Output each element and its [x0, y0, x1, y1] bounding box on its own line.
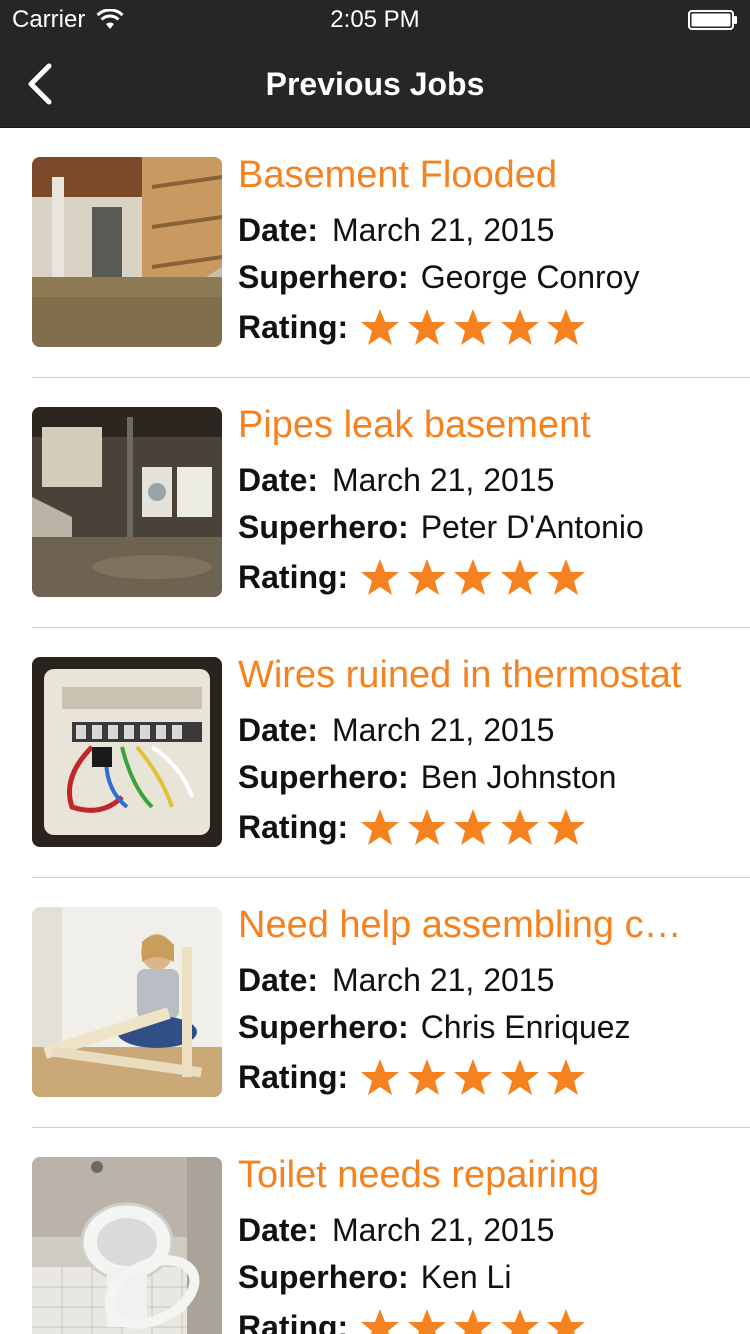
page-title: Previous Jobs [265, 66, 485, 102]
job-date: March 21, 2015 [332, 462, 555, 498]
status-time: 2:05 PM [330, 6, 420, 33]
job-superhero: Ken Li [420, 1259, 512, 1295]
furniture-assembly-image [32, 907, 222, 1097]
star-icon [454, 1309, 493, 1334]
star-rating [360, 1058, 593, 1096]
star-icon [361, 1309, 400, 1334]
star-icon [547, 809, 586, 845]
date-label: Date: [238, 1212, 319, 1248]
leaking-basement-image [32, 407, 222, 597]
star-icon [500, 809, 539, 845]
job-row[interactable]: Toilet needs repairing Date: March 21, 20… [0, 1128, 750, 1334]
job-superhero-line: Superhero: Ben Johnston [238, 759, 616, 796]
job-superhero-line: Superhero: George Conroy [238, 259, 639, 296]
superhero-label: Superhero: [238, 1009, 409, 1045]
job-title: Wires ruined in thermostat [238, 654, 682, 696]
back-button[interactable] [0, 40, 80, 128]
star-rating [360, 308, 593, 346]
job-row[interactable]: Wires ruined in thermostat Date: March 21… [0, 628, 750, 878]
star-rating [360, 558, 593, 596]
job-list[interactable]: Basement Flooded Date: March 21, 2015 Sup… [0, 128, 750, 1334]
job-thumbnail-leaking-basement [32, 407, 222, 597]
star-icon [547, 1309, 586, 1334]
star-icon [407, 559, 446, 595]
star-icon [361, 559, 400, 595]
job-date-line: Date: March 21, 2015 [238, 712, 554, 749]
date-label: Date: [238, 962, 319, 998]
broken-toilet-image [32, 1157, 222, 1334]
job-date-line: Date: March 21, 2015 [238, 962, 554, 999]
star-rating [360, 808, 593, 846]
star-icon [407, 1059, 446, 1095]
star-icon [454, 309, 493, 345]
navigation-bar: Previous Jobs [0, 40, 750, 128]
job-rating-line: Rating: [238, 1058, 593, 1096]
star-icon [407, 309, 446, 345]
star-icon [361, 309, 400, 345]
flooded-basement-image [32, 157, 222, 347]
job-title: Toilet needs repairing [238, 1154, 600, 1196]
star-icon [547, 559, 586, 595]
rating-label: Rating: [238, 808, 349, 845]
job-rating-line: Rating: [238, 1308, 593, 1334]
star-rating [360, 1308, 593, 1334]
star-icon [500, 1059, 539, 1095]
job-date-line: Date: March 21, 2015 [238, 1212, 554, 1249]
superhero-label: Superhero: [238, 1259, 409, 1295]
job-date: March 21, 2015 [332, 712, 555, 748]
job-date: March 21, 2015 [332, 1212, 555, 1248]
status-bar: Carrier 2:05 PM [0, 0, 750, 40]
job-date-line: Date: March 21, 2015 [238, 462, 554, 499]
star-icon [454, 559, 493, 595]
thermostat-wires-image [32, 657, 222, 847]
star-icon [500, 1309, 539, 1334]
star-icon [500, 309, 539, 345]
date-label: Date: [238, 712, 319, 748]
job-superhero: Chris Enriquez [420, 1009, 631, 1045]
chevron-left-icon [28, 63, 52, 105]
superhero-label: Superhero: [238, 759, 409, 795]
job-row[interactable]: Pipes leak basement Date: March 21, 2015 … [0, 378, 750, 628]
job-superhero: George Conroy [420, 259, 640, 295]
job-thumbnail-broken-toilet [32, 1157, 222, 1334]
job-row[interactable]: Basement Flooded Date: March 21, 2015 Sup… [0, 128, 750, 378]
star-icon [361, 809, 400, 845]
job-superhero-line: Superhero: Chris Enriquez [238, 1009, 631, 1046]
star-icon [361, 1059, 400, 1095]
job-superhero-line: Superhero: Ken Li [238, 1259, 511, 1296]
job-superhero: Ben Johnston [420, 759, 617, 795]
date-label: Date: [238, 462, 319, 498]
star-icon [407, 809, 446, 845]
battery-icon [688, 10, 737, 30]
job-rating-line: Rating: [238, 308, 593, 346]
star-icon [454, 809, 493, 845]
job-title: Basement Flooded [238, 154, 557, 196]
superhero-label: Superhero: [238, 259, 409, 295]
job-thumbnail-furniture-assembly [32, 907, 222, 1097]
rating-label: Rating: [238, 1058, 349, 1095]
rating-label: Rating: [238, 558, 349, 595]
job-title: Pipes leak basement [238, 404, 591, 446]
job-row[interactable]: Need help assembling c… Date: March 21, 2… [0, 878, 750, 1128]
job-superhero: Peter D'Antonio [420, 509, 644, 545]
superhero-label: Superhero: [238, 509, 409, 545]
job-date: March 21, 2015 [332, 212, 555, 248]
rating-label: Rating: [238, 1308, 349, 1334]
star-icon [407, 1309, 446, 1334]
job-thumbnail-flooded-basement [32, 157, 222, 347]
job-superhero-line: Superhero: Peter D'Antonio [238, 509, 644, 546]
star-icon [500, 559, 539, 595]
job-thumbnail-thermostat-wires [32, 657, 222, 847]
star-icon [547, 1059, 586, 1095]
star-icon [454, 1059, 493, 1095]
date-label: Date: [238, 212, 319, 248]
rating-label: Rating: [238, 308, 349, 345]
job-rating-line: Rating: [238, 808, 593, 846]
job-date: March 21, 2015 [332, 962, 555, 998]
job-rating-line: Rating: [238, 558, 593, 596]
job-title: Need help assembling c… [238, 904, 682, 946]
star-icon [547, 309, 586, 345]
job-date-line: Date: March 21, 2015 [238, 212, 554, 249]
